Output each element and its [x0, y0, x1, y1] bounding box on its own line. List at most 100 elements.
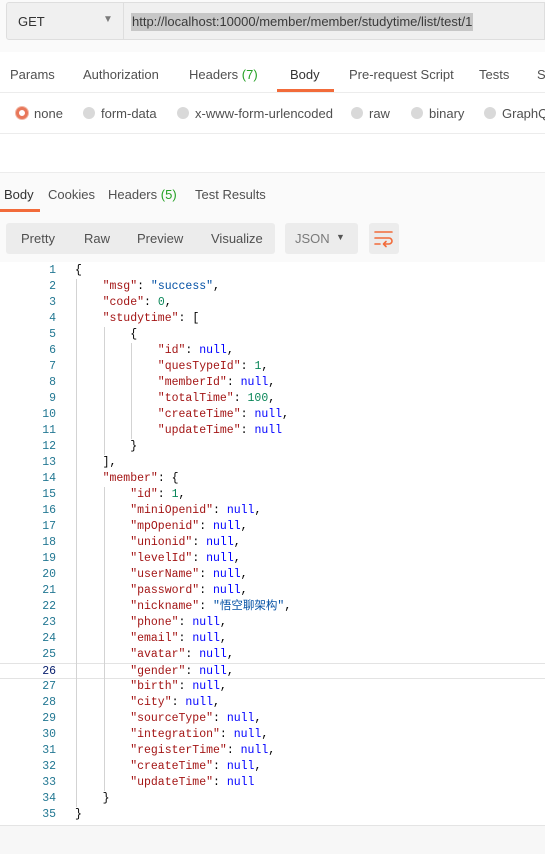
code-text: "registerTime": null, [130, 744, 276, 757]
response-tab-body[interactable]: Body [4, 187, 34, 202]
line-number: 11 [42, 424, 56, 437]
line-number: 20 [42, 568, 56, 581]
method-select[interactable]: GET ▼ [6, 2, 124, 40]
code-text: "code": 0, [102, 296, 172, 309]
code-text: "birth": null, [130, 680, 227, 693]
line-number: 4 [49, 312, 56, 325]
code-text: "miniOpenid": null, [130, 504, 262, 517]
code-text: "unionid": null, [130, 536, 241, 549]
line-number: 17 [42, 520, 56, 533]
code-line: 15 "id": 1, [0, 487, 545, 503]
tab-settings[interactable]: S [537, 67, 545, 82]
code-line: 12} [0, 439, 545, 455]
line-number: 10 [42, 408, 56, 421]
line-number: 19 [42, 552, 56, 565]
code-text: "memberId": null, [157, 376, 276, 389]
response-tab-cookies[interactable]: Cookies [48, 187, 95, 202]
radio-x-www-form-urlencoded[interactable]: x-www-form-urlencoded [177, 106, 333, 121]
radio-icon [177, 107, 189, 119]
code-text: "createTime": null, [130, 760, 262, 773]
radio-graphql[interactable]: GraphQ [484, 106, 545, 121]
line-number: 9 [49, 392, 56, 405]
line-number: 12 [42, 440, 56, 453]
code-line: 30 "integration": null, [0, 727, 545, 743]
code-text: "city": null, [130, 696, 220, 709]
url-input[interactable]: http://localhost:10000/member/member/stu… [124, 2, 545, 40]
response-body-editor[interactable]: 1{2 "msg": "success", 3 "code": 0, 4 "studyti… [0, 262, 545, 825]
code-line: 25 "avatar": null, [0, 647, 545, 663]
tab-body[interactable]: Body [290, 67, 320, 82]
code-line: 8 "memberId": null, [0, 375, 545, 391]
radio-binary[interactable]: binary [411, 106, 464, 121]
radio-form-data[interactable]: form-data [83, 106, 157, 121]
indent-guide [103, 327, 105, 455]
code-line: 18 "unionid": null, [0, 535, 545, 551]
line-number: 35 [42, 808, 56, 821]
wrap-lines-button[interactable] [369, 223, 399, 254]
code-text: "password": null, [130, 584, 248, 597]
code-line: 4 "studytime": [ [0, 311, 545, 327]
line-number: 5 [49, 328, 56, 341]
view-raw-button[interactable]: Raw [84, 231, 110, 246]
line-number: 8 [49, 376, 56, 389]
line-number: 34 [42, 792, 56, 805]
indent-guide [131, 343, 133, 439]
response-view-bar: Pretty Raw Preview Visualize JSON ▼ [0, 212, 545, 262]
view-visualize-button[interactable]: Visualize [211, 231, 263, 246]
code-text: "mpOpenid": null, [130, 520, 248, 533]
line-number: 27 [42, 680, 56, 693]
tab-params[interactable]: Params [10, 67, 55, 82]
code-text: "member": { [102, 472, 179, 485]
code-text: "nickname": "悟空聊架构", [130, 600, 292, 613]
line-number: 7 [49, 360, 56, 373]
line-number: 30 [42, 728, 56, 741]
code-text: "id": null, [157, 344, 234, 357]
code-text: "msg": "success", [102, 280, 220, 293]
active-tab-indicator [277, 89, 334, 92]
code-line: 35} [0, 807, 545, 823]
line-number: 31 [42, 744, 56, 757]
response-tab-headers[interactable]: Headers (5) [108, 187, 177, 202]
code-text: "sourceType": null, [130, 712, 262, 725]
chevron-down-icon: ▼ [103, 14, 113, 25]
line-number: 28 [42, 696, 56, 709]
code-line: 26 "gender": null, [0, 663, 545, 679]
line-number: 23 [42, 616, 56, 629]
code-text: } [130, 440, 138, 453]
code-text: { [75, 264, 82, 277]
response-headers-count: (5) [160, 187, 177, 202]
view-mode-segment: Pretty Raw Preview Visualize [6, 223, 275, 254]
code-text: "integration": null, [130, 728, 269, 741]
url-text: http://localhost:10000/member/member/stu… [131, 13, 474, 31]
request-bar: GET ▼ http://localhost:10000/member/memb… [0, 0, 545, 52]
code-line: 29 "sourceType": null, [0, 711, 545, 727]
line-number: 33 [42, 776, 56, 789]
line-number: 16 [42, 504, 56, 517]
radio-none[interactable]: none [16, 106, 63, 121]
radio-raw[interactable]: raw [351, 106, 390, 121]
code-line: 11 "updateTime": null [0, 423, 545, 439]
code-text: ], [102, 456, 117, 469]
tab-authorization[interactable]: Authorization [83, 67, 159, 82]
code-text: "quesTypeId": 1, [157, 360, 269, 373]
tab-tests[interactable]: Tests [479, 67, 509, 82]
line-number: 26 [42, 665, 56, 678]
code-text: "phone": null, [130, 616, 227, 629]
code-text: "levelId": null, [130, 552, 241, 565]
view-preview-button[interactable]: Preview [137, 231, 183, 246]
format-select[interactable]: JSON ▼ [285, 223, 358, 254]
line-number: 32 [42, 760, 56, 773]
code-line: 10 "createTime": null, [0, 407, 545, 423]
code-text: "updateTime": null [130, 776, 255, 789]
radio-icon [351, 107, 363, 119]
view-pretty-button[interactable]: Pretty [21, 231, 55, 246]
tab-pre-request-script[interactable]: Pre-request Script [349, 67, 454, 82]
code-text: "avatar": null, [130, 648, 234, 661]
request-tabs: Params Authorization Headers (7) Body Pr… [0, 52, 545, 93]
code-line: 16 "miniOpenid": null, [0, 503, 545, 519]
code-line: 31 "registerTime": null, [0, 743, 545, 759]
response-tab-test-results[interactable]: Test Results [195, 187, 266, 202]
tab-headers[interactable]: Headers (7) [189, 67, 258, 82]
code-line: 5{ [0, 327, 545, 343]
code-line: 9 "totalTime": 100, [0, 391, 545, 407]
